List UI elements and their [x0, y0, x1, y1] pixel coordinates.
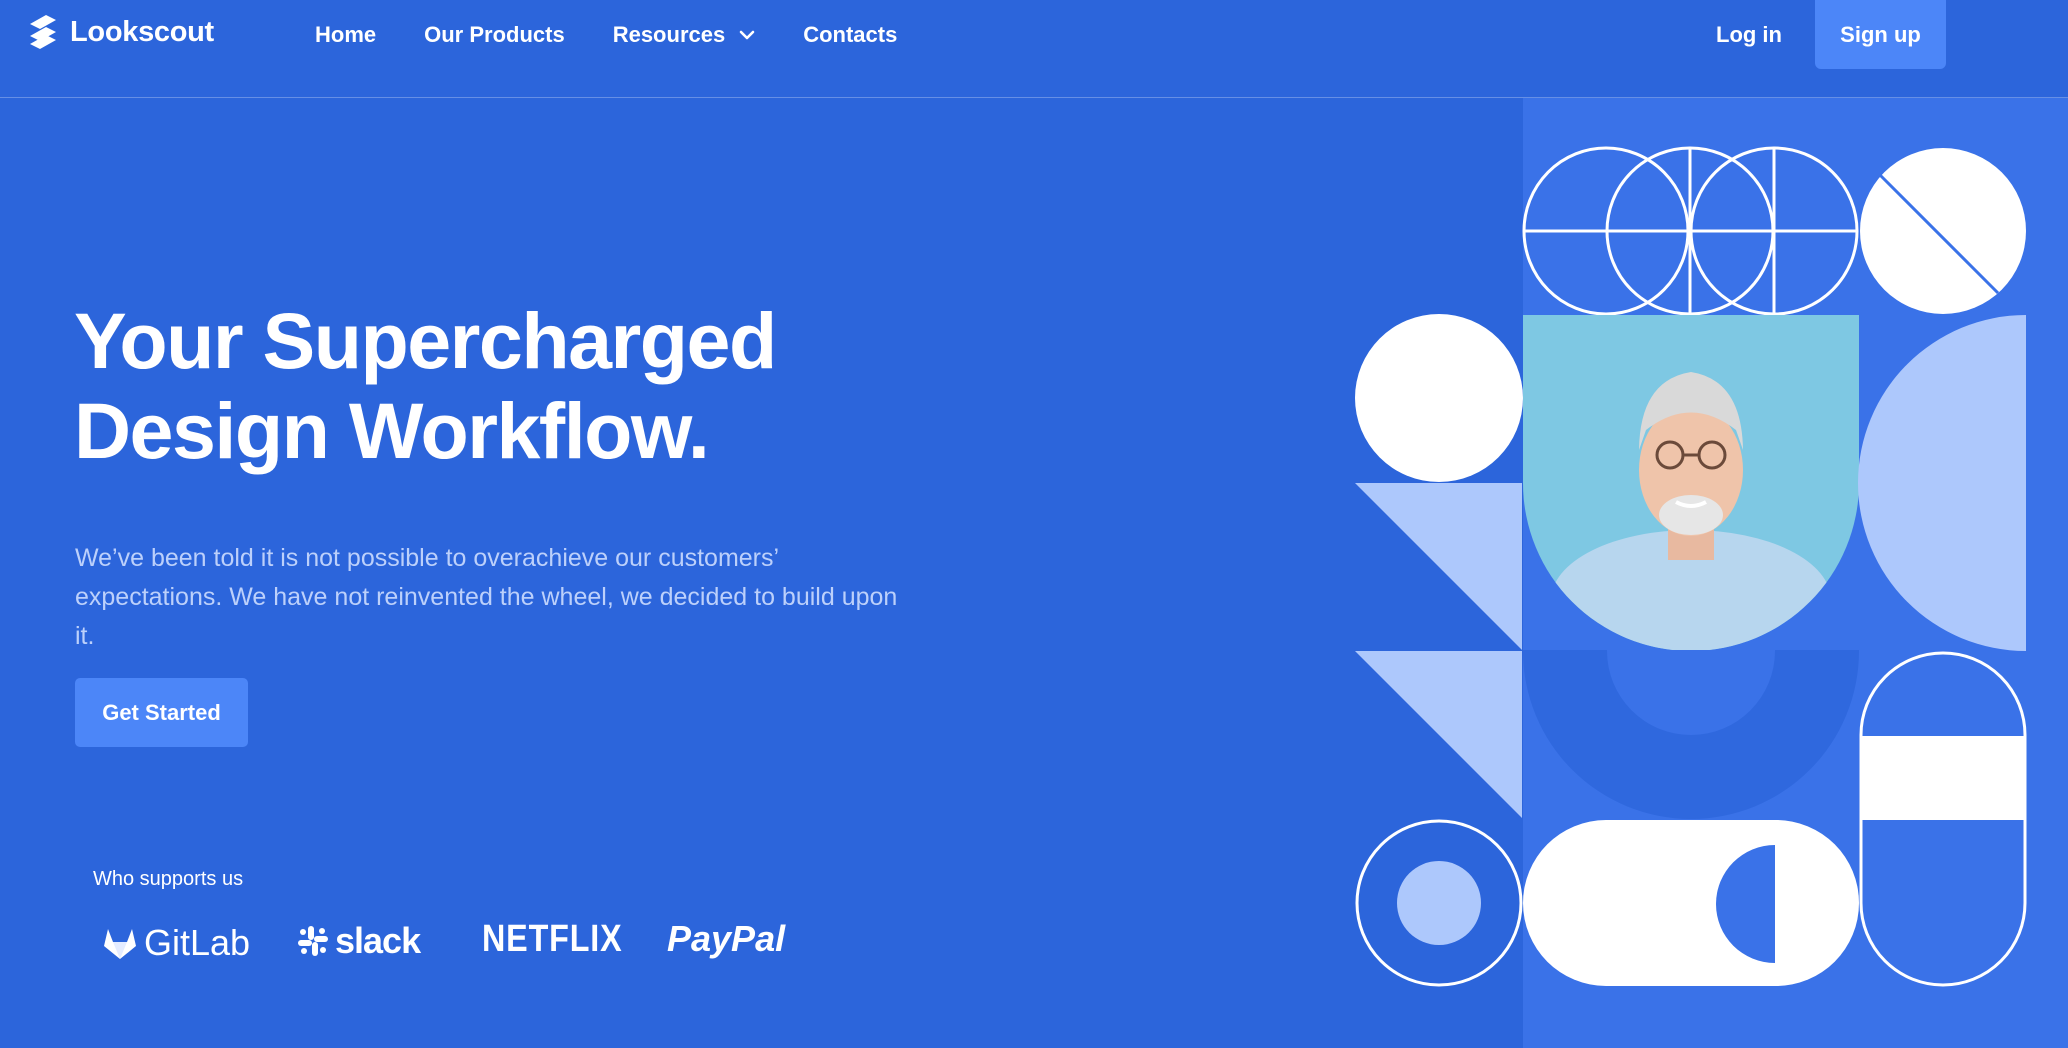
- slashed-circle-shape: [1860, 148, 2026, 314]
- triangle-shape-1: [1355, 483, 1522, 650]
- hero-illustration: [1355, 98, 2068, 1048]
- triangle-shape-2: [1355, 651, 1522, 818]
- capsule-shape: [1523, 820, 1859, 986]
- target-circle-shape: [1355, 819, 1523, 987]
- white-circle-shape: [1355, 314, 1523, 482]
